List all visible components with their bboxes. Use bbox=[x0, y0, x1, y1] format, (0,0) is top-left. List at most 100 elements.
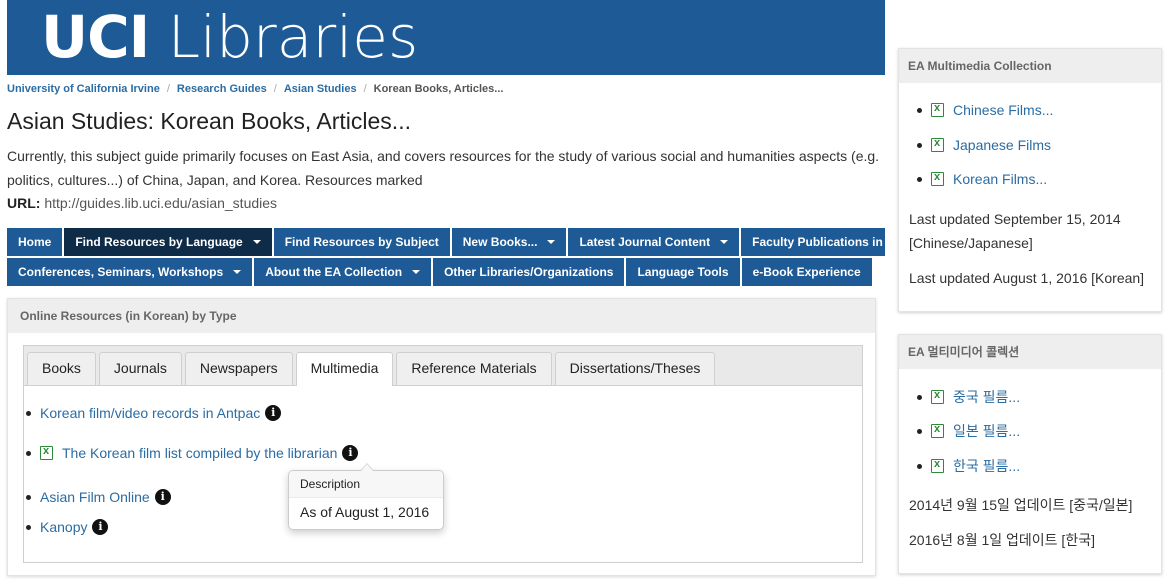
update-note-korean-ko: 2016년 8월 1일 업데이트 [한국] bbox=[909, 532, 1095, 548]
nav-language-tools[interactable]: Language Tools bbox=[626, 258, 740, 286]
resource-link-korean-film-list[interactable]: The Korean film list compiled by the lib… bbox=[62, 445, 337, 461]
bullet bbox=[917, 142, 922, 148]
breadcrumb-separator: / bbox=[166, 83, 170, 95]
description-line-1: Currently, this subject guide primarily … bbox=[7, 148, 880, 164]
bullet bbox=[917, 176, 922, 182]
guide-nav-row-1: Home Find Resources by Language Find Res… bbox=[7, 228, 885, 256]
url-value: http://guides.lib.uci.edu/asian_studies bbox=[44, 195, 278, 211]
breadcrumb-asian-studies[interactable]: Asian Studies bbox=[284, 83, 357, 95]
breadcrumb-separator: / bbox=[273, 83, 277, 95]
tab-multimedia[interactable]: Multimedia bbox=[295, 352, 394, 386]
ea-multimedia-collection-box: EA Multimedia Collection Chinese Films..… bbox=[898, 48, 1162, 312]
url-label: URL: bbox=[7, 195, 41, 211]
breadcrumb-current: Korean Books, Articles... bbox=[373, 83, 504, 95]
nav-label: Other Libraries/Organizations bbox=[444, 265, 614, 279]
guide-description: Currently, this subject guide primarily … bbox=[7, 144, 885, 192]
uci-libraries-logo[interactable]: UCI Libraries bbox=[41, 2, 418, 72]
nav-label: Faculty Publications in the bbox=[752, 235, 885, 249]
info-icon[interactable]: i bbox=[154, 489, 171, 505]
list-item: 한국 필름... bbox=[917, 456, 1020, 476]
nav-label: About the EA Collection bbox=[265, 265, 403, 279]
spreadsheet-icon bbox=[931, 458, 944, 473]
nav-conferences[interactable]: Conferences, Seminars, Workshops bbox=[7, 258, 253, 286]
nav-faculty-publications[interactable]: Faculty Publications in the bbox=[741, 228, 885, 256]
box-heading: Online Resources (in Korean) by Type bbox=[8, 299, 875, 333]
nav-latest-journal-content[interactable]: Latest Journal Content bbox=[568, 228, 740, 256]
tab-journals[interactable]: Journals bbox=[98, 352, 182, 385]
guide-nav-row-2: Conferences, Seminars, Workshops About t… bbox=[7, 258, 885, 286]
breadcrumb-research-guides[interactable]: Research Guides bbox=[177, 83, 267, 95]
site-banner[interactable]: UCI Libraries bbox=[7, 0, 885, 75]
list-item: Korean Films... bbox=[917, 171, 1047, 187]
tab-dissertations-theses[interactable]: Dissertations/Theses bbox=[554, 352, 716, 385]
ea-multimedia-collection-box-ko: EA 멀티미디어 콜렉션 중국 필름... 일본 필름... 한국 필름... … bbox=[898, 334, 1162, 574]
list-item: Korean film/video records in Antpac i bbox=[26, 405, 282, 421]
logo-bold-text: UCI bbox=[41, 3, 150, 71]
nav-about-ea-collection[interactable]: About the EA Collection bbox=[254, 258, 432, 286]
tab-books[interactable]: Books bbox=[27, 352, 96, 385]
tab-newspapers[interactable]: Newspapers bbox=[184, 352, 293, 385]
list-item: Chinese Films... bbox=[917, 102, 1053, 118]
caret-down-icon bbox=[233, 270, 242, 274]
breadcrumb-separator: / bbox=[363, 83, 367, 95]
caret-down-icon bbox=[720, 240, 729, 244]
korean-films-link[interactable]: Korean Films... bbox=[953, 171, 1047, 187]
spreadsheet-icon bbox=[931, 423, 944, 438]
nav-label: Conferences, Seminars, Workshops bbox=[18, 265, 224, 279]
chinese-films-link[interactable]: Chinese Films... bbox=[953, 102, 1053, 118]
caret-down-icon bbox=[412, 270, 421, 274]
update-note-line: Last updated September 15, 2014 bbox=[909, 211, 1121, 227]
update-note-line: [Chinese/Japanese] bbox=[909, 235, 1033, 251]
list-item: Kanopy i bbox=[26, 519, 109, 535]
list-item: Asian Film Online i bbox=[26, 489, 171, 505]
guide-url: URL: http://guides.lib.uci.edu/asian_stu… bbox=[7, 195, 277, 211]
box-heading: EA 멀티미디어 콜렉션 bbox=[899, 335, 1161, 369]
bullet bbox=[26, 450, 31, 456]
popover-body: As of August 1, 2016 bbox=[300, 504, 430, 520]
nav-label: New Books... bbox=[462, 235, 538, 249]
breadcrumb-uci[interactable]: University of California Irvine bbox=[7, 83, 160, 95]
nav-find-by-subject[interactable]: Find Resources by Subject bbox=[273, 228, 450, 256]
nav-ebook-experience[interactable]: e-Book Experience bbox=[741, 258, 872, 286]
info-icon[interactable]: i bbox=[92, 519, 109, 535]
nav-label: Latest Journal Content bbox=[579, 235, 711, 249]
japanese-films-link-ko[interactable]: 일본 필름... bbox=[953, 421, 1020, 441]
nav-new-books[interactable]: New Books... bbox=[451, 228, 567, 256]
bullet bbox=[917, 394, 922, 400]
nav-label: Find Resources by Subject bbox=[284, 235, 439, 249]
nav-label: Language Tools bbox=[637, 265, 729, 279]
nav-label: e-Book Experience bbox=[752, 265, 861, 279]
list-item: 중국 필름... bbox=[917, 387, 1020, 407]
online-resources-box: Online Resources (in Korean) by Type Boo… bbox=[7, 298, 876, 576]
spreadsheet-icon bbox=[931, 137, 944, 152]
japanese-films-link[interactable]: Japanese Films bbox=[953, 137, 1051, 153]
bullet bbox=[917, 463, 922, 469]
info-icon[interactable]: i bbox=[265, 405, 282, 421]
update-note-korean: Last updated August 1, 2016 [Korean] bbox=[909, 270, 1145, 286]
nav-label: Find Resources by Language bbox=[75, 235, 243, 249]
box-heading: EA Multimedia Collection bbox=[899, 49, 1161, 83]
nav-other-libraries[interactable]: Other Libraries/Organizations bbox=[433, 258, 625, 286]
caret-down-icon bbox=[547, 240, 556, 244]
list-item: The Korean film list compiled by the lib… bbox=[26, 445, 359, 461]
korean-films-link-ko[interactable]: 한국 필름... bbox=[953, 456, 1020, 476]
resource-link-kanopy[interactable]: Kanopy bbox=[40, 519, 87, 535]
nav-home[interactable]: Home bbox=[7, 228, 63, 256]
caret-down-icon bbox=[252, 240, 261, 244]
resource-link-antpac[interactable]: Korean film/video records in Antpac bbox=[40, 405, 260, 421]
resource-link-asian-film-online[interactable]: Asian Film Online bbox=[40, 489, 150, 505]
info-icon[interactable]: i bbox=[342, 445, 359, 461]
breadcrumb: University of California Irvine / Research… bbox=[7, 83, 503, 95]
chinese-films-link-ko[interactable]: 중국 필름... bbox=[953, 387, 1020, 407]
spreadsheet-icon bbox=[931, 102, 944, 117]
logo-light-text: Libraries bbox=[167, 3, 419, 71]
page-title: Asian Studies: Korean Books, Articles... bbox=[7, 108, 411, 134]
nav-label: Home bbox=[18, 235, 52, 249]
update-note-cj-ko: 2014년 9월 15일 업데이트 [중국/일본] bbox=[909, 497, 1133, 513]
update-note-cj: Last updated September 15, 2014 [Chinese… bbox=[909, 207, 1121, 255]
tab-reference-materials[interactable]: Reference Materials bbox=[396, 352, 552, 385]
bullet bbox=[26, 494, 31, 500]
description-line-2: politics, cultures...) of China, Japan, … bbox=[7, 172, 423, 188]
nav-find-by-language[interactable]: Find Resources by Language bbox=[64, 228, 272, 256]
popover-title: Description bbox=[289, 471, 443, 498]
